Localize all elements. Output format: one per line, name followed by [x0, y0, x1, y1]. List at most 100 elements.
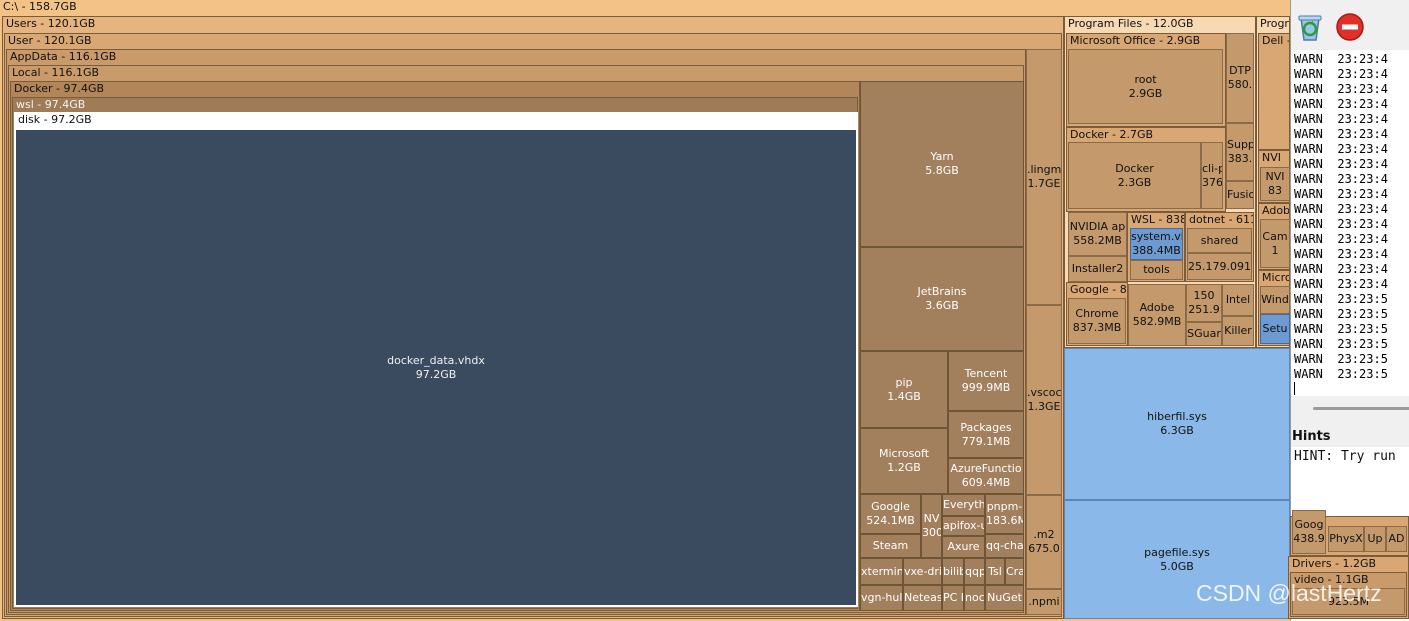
node-name: Docker — [1115, 161, 1154, 175]
stop-icon[interactable] — [1335, 12, 1365, 42]
node-pip[interactable]: pip 1.4GB — [860, 351, 948, 428]
node-label: Local - 116.1GB — [12, 66, 100, 79]
node-dell[interactable]: Dell - — [1258, 33, 1290, 150]
node-size: 1.3GE — [1027, 400, 1061, 413]
node-lingma[interactable]: .lingm 1.7GE — [1026, 49, 1062, 305]
node-steam[interactable]: Steam — [860, 534, 921, 558]
node-tsl[interactable]: Tsl — [985, 558, 1005, 585]
node-killer[interactable]: Killer — [1222, 316, 1254, 346]
node-size: 582.9MB — [1132, 315, 1182, 328]
node-pcm[interactable]: PC M — [942, 585, 964, 611]
node-bilib[interactable]: bilib — [942, 558, 964, 585]
node-goog-small[interactable]: Goog 438.9 — [1292, 510, 1326, 554]
node-nv[interactable]: NV 300 — [921, 494, 942, 558]
node-qq-cha[interactable]: qq-cha — [985, 534, 1024, 558]
log-line: WARN 23:23:4 — [1294, 97, 1388, 111]
log-line: WARN 23:23:5 — [1294, 292, 1388, 306]
node-ad[interactable]: AD — [1386, 526, 1407, 552]
node-packages[interactable]: Packages 779.1MB — [948, 411, 1024, 458]
log-line: WARN 23:23:5 — [1294, 307, 1388, 321]
log-output[interactable]: WARN 23:23:4 WARN 23:23:4 WARN 23:23:4 WARN… — [1291, 50, 1409, 396]
hints-panel: Hints HINT: Try run — [1291, 426, 1409, 516]
node-hiberfil[interactable]: hiberfil.sys 6.3GB — [1064, 348, 1290, 500]
node-npm[interactable]: .npmi — [1026, 589, 1062, 615]
node-nvi-inner[interactable]: NVI 83 — [1260, 167, 1290, 201]
node-noc[interactable]: noc — [964, 585, 985, 611]
node-google-local[interactable]: Google 524.1MB — [860, 494, 921, 534]
node-cam[interactable]: Cam 1 — [1260, 219, 1290, 268]
node-name: Axure — [947, 540, 980, 553]
node-supp[interactable]: Supp 383. — [1226, 123, 1254, 181]
node-name: vgn-hul — [861, 591, 902, 604]
node-name: JetBrains — [917, 285, 967, 298]
log-line: WARN 23:23:4 — [1294, 172, 1388, 186]
node-yarn[interactable]: Yarn 5.8GB — [860, 81, 1024, 247]
node-size: 609.4MB — [961, 476, 1011, 489]
node-label: Micro — [1262, 271, 1289, 284]
node-jetbrains[interactable]: JetBrains 3.6GB — [860, 247, 1024, 351]
node-name: pagefile.sys — [1144, 545, 1210, 559]
node-label: Docker - 2.7GB — [1070, 128, 1154, 141]
splitter-handle[interactable] — [1313, 407, 1409, 410]
node-disk-header[interactable]: disk - 97.2GB — [14, 112, 858, 128]
log-line: WARN 23:23:4 — [1294, 127, 1388, 141]
node-vgn-hul[interactable]: vgn-hul — [860, 585, 903, 611]
node-vscode[interactable]: .vscoc 1.3GE — [1026, 305, 1062, 495]
recycle-bin-icon[interactable] — [1295, 12, 1325, 42]
node-fusio[interactable]: Fusio — [1226, 181, 1254, 209]
node-sguar[interactable]: SGuar — [1186, 322, 1222, 346]
node-qqp[interactable]: qqp — [964, 558, 985, 585]
node-physx[interactable]: PhysX — [1328, 526, 1364, 552]
node-label: Program Files - 12.0GB — [1068, 17, 1194, 30]
node-cra[interactable]: Cra — [1005, 558, 1024, 585]
node-apifox[interactable]: apifox-u — [942, 516, 985, 536]
node-tools[interactable]: tools — [1130, 260, 1183, 280]
node-name: qqp — [965, 564, 984, 578]
node-docker-pf-inner[interactable]: Docker 2.3GB — [1068, 142, 1201, 209]
node-name: NuGet — [987, 591, 1022, 604]
node-tencent[interactable]: Tencent 999.9MB — [948, 351, 1024, 411]
node-up[interactable]: Up — [1364, 526, 1386, 552]
node-office-root[interactable]: root 2.9GB — [1068, 49, 1223, 124]
node-vxe-dri[interactable]: vxe-dri — [903, 558, 942, 585]
node-name: root — [1134, 72, 1157, 86]
node-size: 1.2GB — [887, 461, 921, 474]
node-shared[interactable]: shared — [1187, 228, 1252, 253]
node-label: Docker - 97.4GB — [14, 82, 105, 95]
node-name: Tencent — [964, 367, 1008, 380]
node-150[interactable]: 150 251.9 — [1186, 284, 1222, 322]
splitter[interactable] — [1291, 396, 1409, 426]
node-m2[interactable]: .m2 675.0 — [1026, 495, 1062, 589]
node-name: system.vl — [1131, 230, 1182, 243]
node-label-c-drive: C:\ - 158.7GB — [3, 0, 77, 13]
node-adobe-pf[interactable]: Adobe 582.9MB — [1128, 284, 1186, 346]
log-line: WARN 23:23:4 — [1294, 82, 1388, 96]
node-everything[interactable]: Everyth — [942, 494, 985, 516]
node-size: 580. — [1227, 78, 1253, 91]
node-size: 6.3GB — [1160, 424, 1194, 437]
node-axure[interactable]: Axure — [942, 536, 985, 558]
node-docker-data-vhdx[interactable]: docker_data.vhdx 97.2GB — [14, 128, 858, 607]
node-nuget[interactable]: NuGet — [985, 585, 1024, 611]
log-line: WARN 23:23:5 — [1294, 367, 1388, 381]
node-dtp[interactable]: DTP 580. — [1226, 33, 1254, 123]
log-line: WARN 23:23:4 — [1294, 157, 1388, 171]
node-azurefunctions[interactable]: AzureFunctio 609.4MB — [948, 458, 1024, 494]
node-pnpm[interactable]: pnpm- 183.6M — [985, 494, 1024, 534]
node-intel[interactable]: Intel — [1222, 284, 1254, 316]
node-nvidia-ap[interactable]: NVIDIA ap 558.2MB — [1068, 212, 1127, 256]
node-xtermin[interactable]: xtermin — [860, 558, 903, 585]
node-installer2[interactable]: Installer2 — [1068, 256, 1127, 282]
node-wind[interactable]: Wind — [1260, 286, 1290, 314]
log-line: WARN 23:23:4 — [1294, 217, 1388, 231]
node-size: 779.1MB — [961, 434, 1011, 448]
node-cli-p[interactable]: cli-p376 — [1201, 142, 1223, 209]
node-microsoft-local[interactable]: Microsoft 1.2GB — [860, 428, 948, 494]
node-neteas[interactable]: Neteas — [903, 585, 942, 611]
node-chrome[interactable]: Chrome 837.3MB — [1068, 298, 1126, 344]
node-system-vhd[interactable]: system.vl 388.4MB — [1130, 228, 1183, 260]
node-dotnet-version[interactable]: 25.179.091 — [1187, 253, 1252, 280]
node-setu[interactable]: Setu — [1260, 314, 1290, 344]
node-name: Fusio — [1227, 188, 1253, 201]
node-size: 3.6GB — [925, 299, 959, 312]
